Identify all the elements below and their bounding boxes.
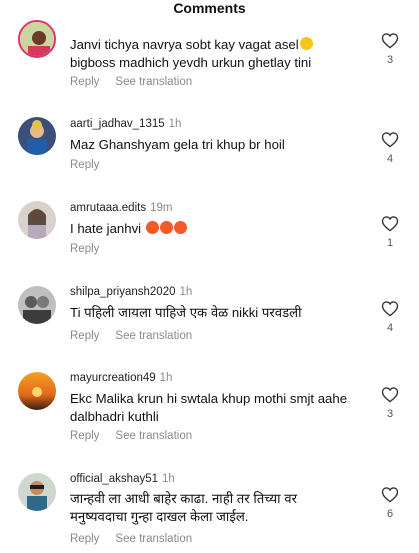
see-translation-button[interactable]: See translation [115,76,192,88]
username[interactable]: official_akshay51 [70,473,158,485]
comment-actions: Reply See translation [70,329,208,343]
username[interactable]: amrutaaa.edits [70,202,146,214]
like-count: 4 [386,153,394,165]
comment-text: I hate janhvi [70,220,370,238]
comment-time: 19m [150,202,173,214]
comment-text: Maz Ghanshyam gela tri khup br hoil [70,137,285,152]
comment-actions: Reply See translation [70,429,208,443]
avatar[interactable] [18,473,56,511]
like-area: 3 [374,386,406,421]
user-photo-icon [18,286,56,324]
heart-icon[interactable] [381,215,399,232]
username[interactable]: aarti_jadhav_1315 [70,118,165,130]
comment-actions: Reply See translation [70,75,208,89]
see-translation-button[interactable]: See translation [115,330,192,342]
reply-button[interactable]: Reply [70,430,99,442]
heart-icon[interactable] [381,486,399,503]
comment-meta: mayurcreation49 1h [70,371,172,385]
reply-button[interactable]: Reply [70,76,99,88]
username[interactable]: shilpa_priyansh2020 [70,286,176,298]
comment-meta: amrutaaa.edits 19m [70,201,172,215]
see-translation-button[interactable]: See translation [115,533,192,545]
reply-button[interactable]: Reply [70,533,99,545]
like-area: 6 [374,486,406,521]
reply-button[interactable]: Reply [70,330,99,342]
comment-meta: official_akshay51 1h [70,472,175,486]
comments-header: Comments [0,0,419,20]
avatar[interactable] [18,117,56,155]
comment-text: Ekc Malika krun hi swtala khup mothi smj… [70,391,348,424]
comment-actions: Reply [70,242,115,256]
heart-icon[interactable] [381,131,399,148]
comment-time: 1h [159,372,173,384]
page-title: Comments [173,0,246,16]
user-photo-icon [18,372,56,410]
smile-emoji-icon [299,37,313,50]
like-count: 6 [386,508,394,520]
comment-text: जान्हवी ला आधी बाहेर काढा. नाही तर तिच्य… [70,491,297,524]
comment-time: 1h [162,473,175,485]
comment-time: 1h [168,118,182,130]
reply-button[interactable]: Reply [70,243,99,255]
comment-meta: aarti_jadhav_1315 1h [70,117,181,131]
avatar[interactable] [18,286,56,324]
see-translation-button[interactable]: See translation [115,430,192,442]
heart-icon[interactable] [381,300,399,317]
comment-item: shilpa_priyansh2020 1h Ti पहिली जायला पाह… [0,281,419,351]
user-photo-icon [18,473,56,511]
comment-item: Janvi tichya navrya sobt kay vagat asel … [0,18,419,90]
comment-item: official_akshay51 1h जान्हवी ला आधी बाहेर… [0,468,419,553]
comment-actions: Reply [70,158,115,172]
avatar[interactable] [18,201,56,239]
like-count: 1 [386,237,394,249]
user-photo-icon [18,117,56,155]
like-count: 3 [386,54,394,66]
comment-text: Janvi tichya navrya sobt kay vagat asel … [70,37,313,70]
comment-item: aarti_jadhav_1315 1h Maz Ghanshyam gela t… [0,112,419,182]
like-area: 1 [374,215,406,250]
comment-text: Ti पहिली जायला पाहिजे एक वेळ nikki परवडल… [70,305,302,320]
comment-meta: shilpa_priyansh2020 1h [70,285,192,299]
angry-emoji-icon [173,221,187,234]
username[interactable]: mayurcreation49 [70,372,156,384]
like-count: 4 [386,322,394,334]
heart-icon[interactable] [381,386,399,403]
heart-icon[interactable] [381,32,399,49]
like-count: 3 [386,408,394,420]
comment-item: mayurcreation49 1h Ekc Malika krun hi swt… [0,367,419,447]
like-area: 4 [374,300,406,335]
comment-item: amrutaaa.edits 19m I hate janhvi Reply 1 [0,196,419,266]
user-photo-icon [18,201,56,239]
avatar[interactable] [18,372,56,410]
angry-emoji-icon [145,221,159,234]
like-area: 4 [374,131,406,166]
comment-actions: Reply See translation [70,532,208,546]
user-photo-icon [20,22,54,56]
comment-time: 1h [179,286,193,298]
avatar[interactable] [18,20,56,58]
angry-emoji-icon [159,221,173,234]
reply-button[interactable]: Reply [70,159,99,171]
like-area: 3 [374,32,406,67]
